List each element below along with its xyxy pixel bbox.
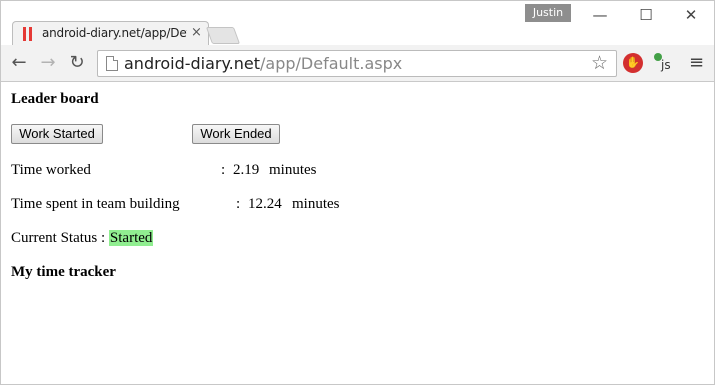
red-bars-icon — [23, 27, 33, 41]
team-building-colon: : — [236, 196, 241, 212]
star-icon[interactable]: ☆ — [591, 52, 608, 74]
time-worked-value: 2.19 — [233, 162, 260, 178]
forward-icon[interactable]: → — [37, 52, 59, 74]
reload-icon[interactable]: ↻ — [66, 52, 88, 74]
work-started-button[interactable]: Work Started — [11, 124, 103, 144]
tab-title: android-diary.net/app/Def — [42, 26, 187, 40]
time-worked-colon: : — [221, 162, 226, 178]
title-bar: Justin — ☐ ✕ android-diary.net/app/Def × — [1, 1, 714, 46]
js-toggle-icon[interactable]: js — [654, 53, 676, 73]
minimize-button[interactable]: — — [578, 3, 622, 27]
time-worked-unit: minutes — [269, 162, 317, 178]
work-ended-button[interactable]: Work Ended — [192, 124, 280, 144]
hamburger-menu-icon[interactable]: ≡ — [689, 53, 704, 73]
leaderboard-heading: Leader board — [11, 91, 99, 107]
page-icon — [106, 56, 118, 71]
tracker-heading: My time tracker — [11, 264, 116, 280]
time-worked-label: Time worked — [11, 162, 91, 178]
current-status-label: Current Status : — [11, 230, 106, 246]
profile-badge[interactable]: Justin — [525, 4, 571, 22]
current-status-row: Current Status : Started — [11, 230, 154, 247]
tab-close-icon[interactable]: × — [191, 25, 202, 40]
js-label: js — [661, 58, 671, 72]
url-host: android-diary.net — [124, 54, 261, 73]
team-building-label: Time spent in team building — [11, 196, 180, 212]
page-content: Leader board Work Started Work Ended Tim… — [1, 82, 714, 384]
close-window-button[interactable]: ✕ — [669, 3, 713, 27]
team-building-value: 12.24 — [248, 196, 282, 212]
status-badge: Started — [108, 230, 154, 246]
maximize-button[interactable]: ☐ — [624, 3, 668, 27]
toolbar: ← → ↻ android-diary.net/app/Default.aspx… — [1, 45, 714, 82]
team-building-unit: minutes — [292, 196, 340, 212]
url-path: /app/Default.aspx — [260, 54, 403, 73]
url-text[interactable]: android-diary.net/app/Default.aspx — [124, 54, 402, 73]
new-tab-button[interactable] — [205, 27, 241, 44]
back-icon[interactable]: ← — [8, 52, 30, 74]
tab-active[interactable]: android-diary.net/app/Def × — [12, 21, 209, 46]
address-bar[interactable]: android-diary.net/app/Default.aspx ☆ — [97, 50, 617, 77]
stop-hand-icon[interactable]: ✋ — [623, 53, 643, 73]
browser-window: Justin — ☐ ✕ android-diary.net/app/Def ×… — [0, 0, 715, 385]
